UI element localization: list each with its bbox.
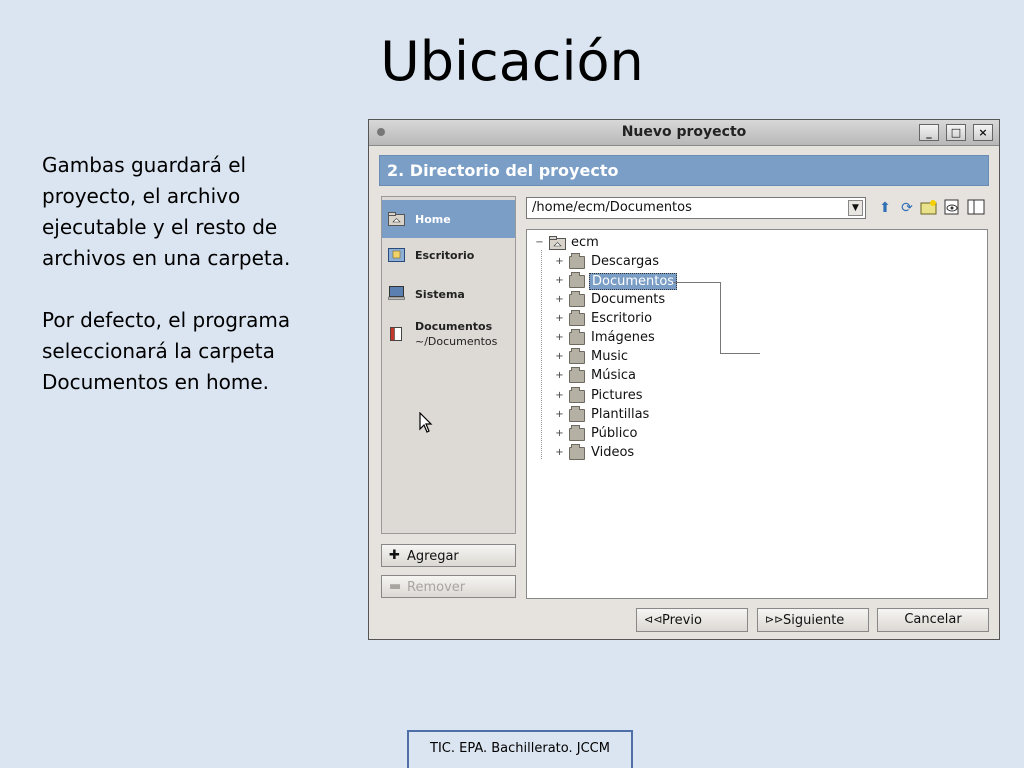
- folder-icon: [569, 310, 585, 326]
- folder-icon: [569, 291, 585, 307]
- places-item-sistema[interactable]: Sistema: [382, 281, 515, 311]
- tree-row-label: Imágenes: [591, 330, 655, 345]
- expand-icon[interactable]: +: [555, 391, 564, 401]
- slide-footer: TIC. EPA. Bachillerato. JCCM: [407, 730, 633, 768]
- tree-row-label: Público: [591, 426, 638, 441]
- places-item-documentos[interactable]: Documentos ~/Documentos: [382, 313, 515, 353]
- tree-guide-line: [541, 250, 542, 459]
- expand-icon[interactable]: +: [555, 314, 564, 324]
- expand-icon[interactable]: +: [555, 429, 564, 439]
- tree-row-label: Pictures: [591, 388, 643, 403]
- previous-button[interactable]: ⊲⊲ Previo: [636, 608, 748, 632]
- minimize-button[interactable]: _: [919, 124, 939, 141]
- description-paragraph-2: Por defecto, el programa seleccionará la…: [42, 308, 291, 394]
- expand-icon[interactable]: +: [555, 276, 564, 286]
- next-button[interactable]: ⊳⊳ Siguiente: [757, 608, 869, 632]
- refresh-icon[interactable]: ⟳: [897, 199, 917, 217]
- rewind-icon: ⊲⊲: [644, 613, 663, 626]
- description-paragraph-1: Gambas guardará el proyecto, el archivo …: [42, 153, 291, 270]
- expand-icon[interactable]: +: [555, 352, 564, 362]
- expand-icon[interactable]: +: [555, 295, 564, 305]
- add-button[interactable]: ✚ Agregar: [381, 544, 516, 567]
- tree-row-label: Escritorio: [591, 311, 653, 326]
- slide-description: Gambas guardará el proyecto, el archivo …: [42, 150, 342, 429]
- folder-icon: [569, 425, 585, 441]
- folder-icon: [569, 253, 585, 269]
- tree-row-label: Videos: [591, 445, 635, 460]
- callout-line: [673, 282, 720, 283]
- new-project-window: Nuevo proyecto _ □ × 2. Directorio del p…: [368, 119, 1000, 640]
- folder-icon: [569, 406, 585, 422]
- tree-row-label: ecm: [571, 235, 599, 250]
- bookmark-icon: [390, 327, 402, 341]
- folder-icon: [569, 272, 585, 288]
- chevron-down-icon[interactable]: ▼: [848, 200, 863, 216]
- tree-row-label: Plantillas: [591, 407, 650, 422]
- callout-line: [720, 353, 760, 354]
- path-value: /home/ecm/Documentos: [532, 200, 692, 215]
- maximize-button[interactable]: □: [946, 124, 966, 141]
- split-view-icon[interactable]: [966, 199, 986, 217]
- tree-row-label: Documents: [591, 292, 666, 307]
- slide-title: Ubicación: [380, 30, 644, 93]
- expand-icon[interactable]: +: [555, 410, 564, 420]
- callout-line: [720, 282, 721, 353]
- view-hidden-icon[interactable]: [943, 199, 963, 217]
- step-header: 2. Directorio del proyecto: [379, 155, 989, 186]
- tree-row-label: Documentos: [589, 273, 678, 290]
- next-button-label: Siguiente: [783, 613, 845, 628]
- mouse-cursor-icon: [419, 411, 433, 439]
- window-title: Nuevo proyecto: [621, 124, 747, 140]
- home-folder-icon: [549, 236, 566, 250]
- minus-icon: ▬: [389, 579, 402, 594]
- step-header-label: 2. Directorio del proyecto: [387, 161, 619, 180]
- places-item-label: Home: [415, 213, 451, 226]
- new-folder-icon[interactable]: [919, 199, 939, 217]
- places-sidebar: Home Escritorio Sistema Documentos ~/Doc…: [381, 196, 516, 534]
- folder-icon: [569, 348, 585, 364]
- add-button-label: Agregar: [407, 549, 459, 564]
- home-folder-icon: [388, 212, 405, 226]
- places-item-label: Documentos: [415, 320, 493, 333]
- previous-button-label: Previo: [662, 613, 702, 628]
- places-item-label: Escritorio: [415, 249, 475, 262]
- tree-row-label: Music: [591, 349, 628, 364]
- expand-icon[interactable]: +: [555, 371, 564, 381]
- computer-icon: [388, 286, 405, 300]
- fast-forward-icon: ⊳⊳: [765, 613, 784, 626]
- tree-row-label: Descargas: [591, 254, 660, 269]
- folder-icon: [569, 387, 585, 403]
- places-item-path: ~/Documentos: [415, 335, 498, 348]
- expand-icon[interactable]: +: [555, 333, 564, 343]
- places-item-escritorio[interactable]: Escritorio: [382, 243, 515, 273]
- path-combo[interactable]: /home/ecm/Documentos ▼: [526, 197, 866, 219]
- cancel-button[interactable]: Cancelar: [877, 608, 989, 632]
- expand-icon[interactable]: +: [555, 257, 564, 267]
- folder-icon: [569, 444, 585, 460]
- places-item-label: Sistema: [415, 288, 465, 301]
- remove-button-label: Remover: [407, 580, 466, 595]
- remove-button[interactable]: ▬ Remover: [381, 575, 516, 598]
- window-titlebar[interactable]: Nuevo proyecto _ □ ×: [369, 120, 999, 146]
- folder-icon: [569, 329, 585, 345]
- expand-icon[interactable]: +: [555, 448, 564, 458]
- up-arrow-icon[interactable]: ⬆: [875, 199, 895, 217]
- places-item-home[interactable]: Home: [382, 200, 515, 238]
- folder-icon: [569, 367, 585, 383]
- collapse-icon[interactable]: −: [535, 238, 544, 248]
- directory-tree[interactable]: − ecm + Descargas + Documentos + Documen…: [526, 229, 988, 599]
- tree-row-label: Música: [591, 368, 636, 383]
- plus-icon: ✚: [389, 548, 400, 563]
- close-button[interactable]: ×: [973, 124, 993, 141]
- desktop-icon: [388, 248, 405, 262]
